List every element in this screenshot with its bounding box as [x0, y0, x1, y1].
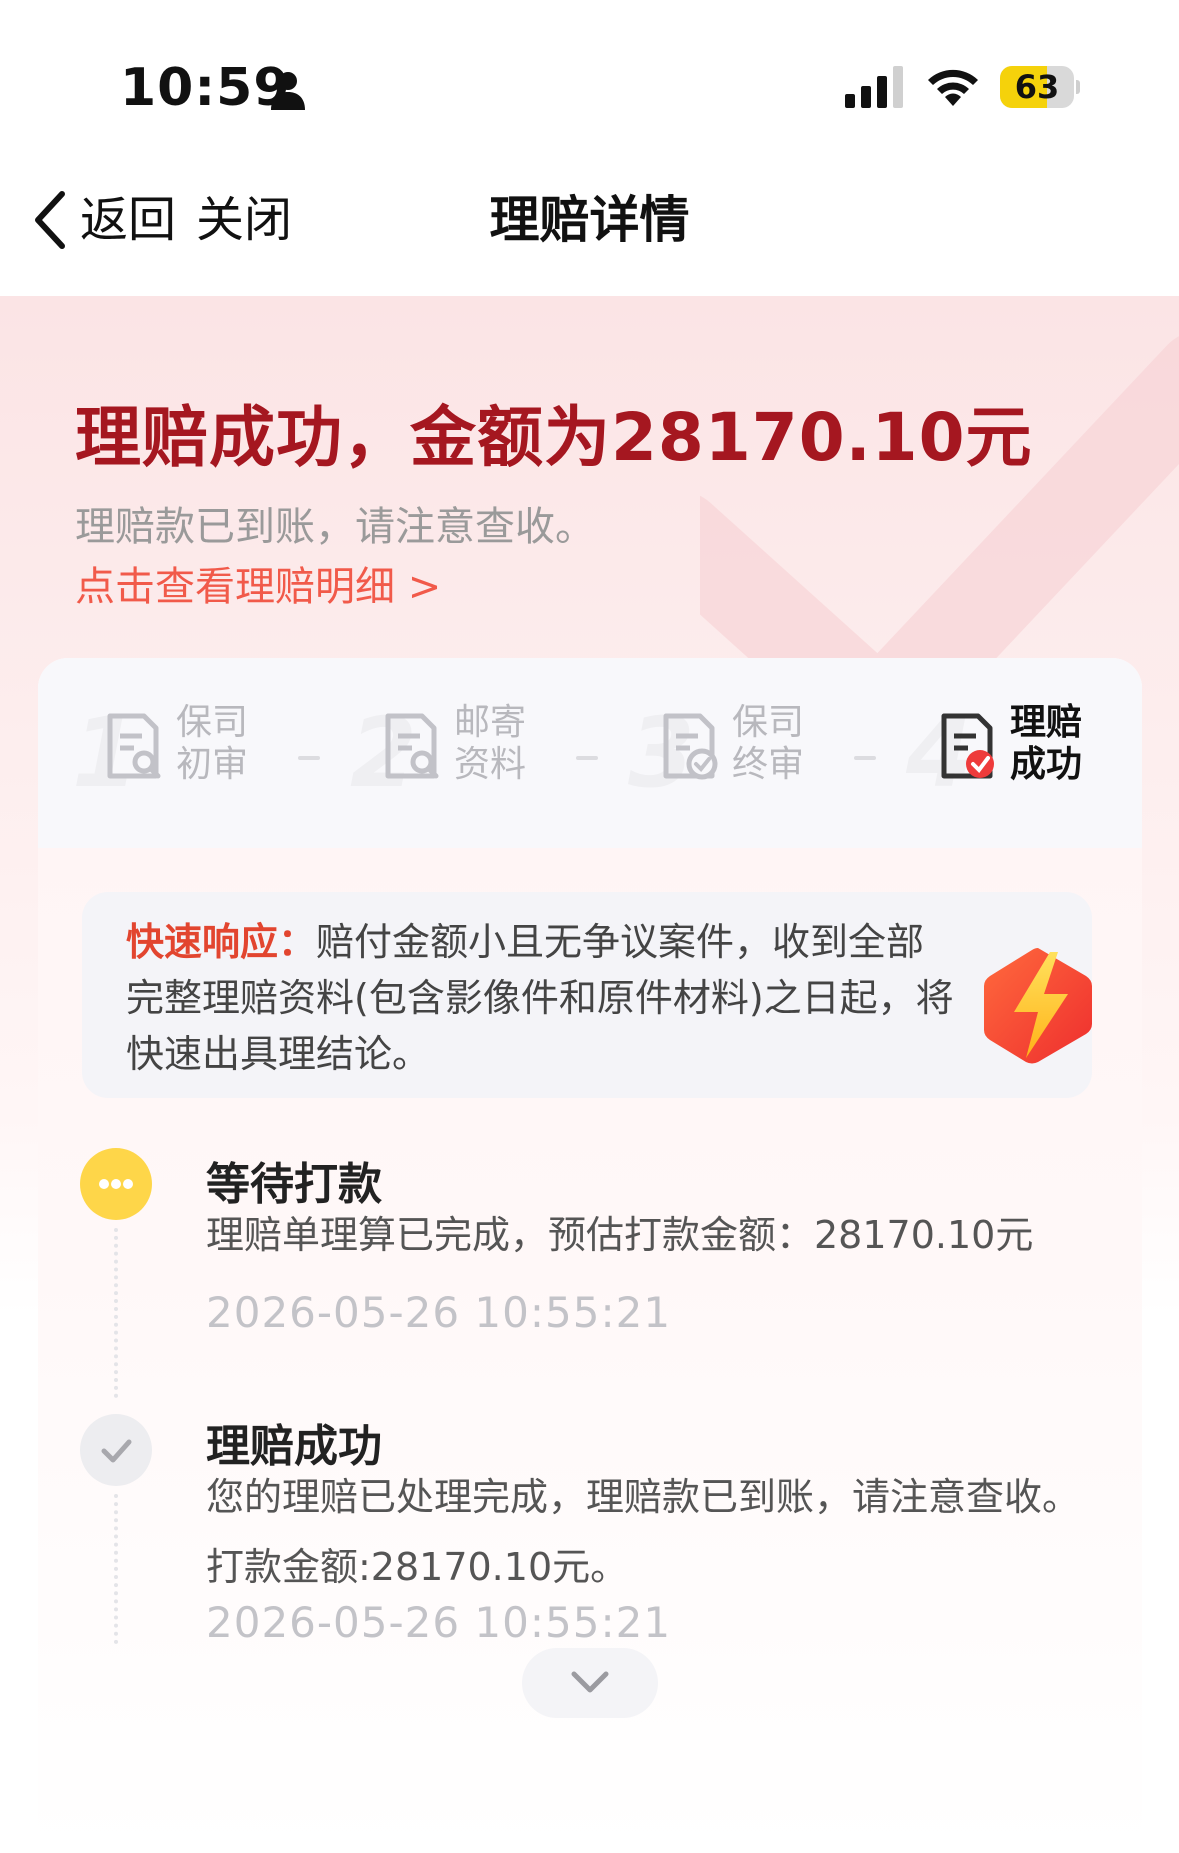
document-search-icon [107, 713, 161, 779]
page: 10:59 63 返回 关闭 理赔详情 理赔成功，金额为28170.10元 理赔… [0, 0, 1179, 1853]
document-check-red-icon [941, 713, 994, 779]
person-icon [271, 72, 305, 110]
step-label-line2: 资料 [454, 744, 527, 785]
step-label-line1: 保司 [176, 702, 249, 743]
step-2: 2 邮寄 资料 [350, 698, 560, 808]
timeline-time: 2026-05-26 10:55:21 [206, 1288, 672, 1337]
timeline-time: 2026-05-26 10:55:21 [206, 1598, 672, 1647]
wifi-icon [928, 69, 978, 106]
fast-response-notice: 快速响应：赔付金额小且无争议案件，收到全部完整理赔资料(包含影像件和原件材料)之… [82, 892, 1092, 1098]
signal-icon [845, 66, 903, 108]
timeline-item: 理赔成功 您的理赔已处理完成，理赔款已到账，请注意查收。打款金额:28170.1… [38, 1410, 1142, 1650]
chevron-left-icon[interactable] [30, 188, 70, 252]
close-button[interactable]: 关闭 [196, 188, 292, 252]
step-label-line2: 初审 [176, 744, 249, 785]
more-dots-icon [80, 1148, 152, 1220]
check-icon [80, 1414, 152, 1486]
step-label-line2: 终审 [732, 744, 805, 785]
status-time: 10:59 [120, 58, 291, 118]
back-button[interactable]: 返回 [80, 188, 176, 252]
lightning-icon [984, 948, 1092, 1064]
battery-icon: 63 [1000, 66, 1080, 108]
chevron-down-icon [571, 1671, 609, 1693]
document-search-icon [385, 713, 439, 779]
page-title: 理赔详情 [489, 191, 690, 249]
step-label-line1: 理赔 [1010, 702, 1083, 743]
claim-result-title: 理赔成功，金额为28170.10元 [75, 399, 1033, 476]
step-4: 4 理赔 成功 [906, 698, 1126, 808]
timeline-item: 等待打款 理赔单理算已完成，预估打款金额：28170.10元 2026-05-2… [38, 1148, 1142, 1398]
claim-content-panel: 快速响应：赔付金额小且无争议案件，收到全部完整理赔资料(包含影像件和原件材料)之… [38, 848, 1142, 1853]
claim-card: 1 保司 初审 2 邮寄 资料 3 保司 终审 4 理赔 成功 快速响应：赔付金… [38, 658, 1142, 1853]
view-claim-detail-link[interactable]: 点击查看理赔明细 > [75, 554, 441, 612]
step-label-line1: 保司 [732, 702, 805, 743]
claim-result-subtitle: 理赔款已到账，请注意查收。 [75, 504, 595, 550]
step-3: 3 保司 终审 [628, 698, 838, 808]
timeline-desc: 理赔单理算已完成，预估打款金额：28170.10元 [206, 1213, 1034, 1257]
progress-steps: 1 保司 初审 2 邮寄 资料 3 保司 终审 4 理赔 成功 [38, 658, 1142, 848]
nav-bar: 返回 关闭 理赔详情 [0, 150, 1179, 296]
expand-button[interactable] [522, 1648, 658, 1718]
notice-key: 快速响应： [126, 920, 317, 964]
step-label-line2: 成功 [1010, 744, 1083, 785]
step-1: 1 保司 初审 [72, 698, 282, 808]
battery-percent: 63 [1014, 68, 1060, 106]
timeline-desc: 您的理赔已处理完成，理赔款已到账，请注意查收。打款金额:28170.10元。 [206, 1475, 1081, 1589]
status-bar: 10:59 63 [0, 0, 1179, 150]
document-check-icon [663, 713, 718, 780]
step-label-line1: 邮寄 [454, 702, 527, 743]
